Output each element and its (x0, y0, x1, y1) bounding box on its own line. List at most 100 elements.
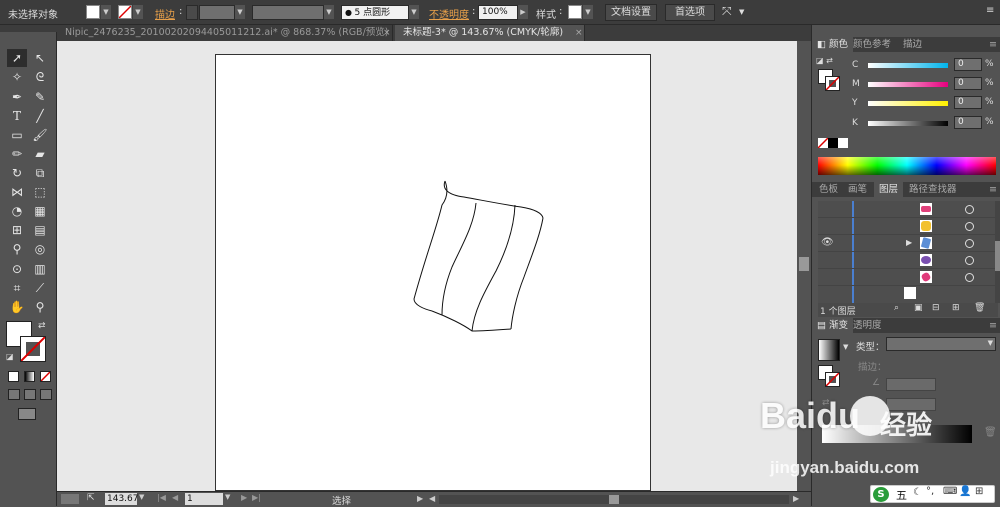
pencil-tool-icon[interactable]: ✏ (7, 145, 27, 163)
perspective-grid-tool-icon[interactable]: ▦ (30, 202, 50, 220)
cyan-value[interactable]: 0 (954, 58, 982, 71)
gradient-tool-icon[interactable]: ▤ (30, 221, 50, 239)
layer-target-icon[interactable] (965, 205, 974, 214)
stroke-weight-stepper[interactable] (186, 5, 198, 20)
arrange-icon[interactable]: ⤧ (722, 4, 732, 19)
none-swatch[interactable] (817, 137, 829, 149)
opacity-dropdown[interactable]: ▶ (518, 5, 528, 19)
variable-width-dropdown[interactable]: ▼ (324, 5, 334, 19)
close-tab-icon[interactable]: × (575, 25, 583, 41)
clipping-mask-icon[interactable]: ▣ (914, 303, 923, 313)
layer-target-icon[interactable] (965, 222, 974, 231)
tab-transparency[interactable]: 透明度 (848, 318, 887, 333)
style-swatch[interactable] (568, 5, 582, 19)
black-value[interactable]: 0 (954, 116, 982, 129)
tab-stroke[interactable]: 描边 (898, 37, 927, 52)
horizontal-scrollbar[interactable] (439, 495, 789, 504)
symbol-sprayer-tool-icon[interactable]: ⊙ (7, 260, 27, 278)
brush-dropdown[interactable]: ▼ (409, 5, 419, 19)
layer-row[interactable] (818, 201, 996, 218)
artboard[interactable] (215, 54, 651, 491)
delete-stop-icon[interactable]: 🗑 (984, 427, 997, 438)
brush-field[interactable]: ● 5 点圆形 (341, 5, 409, 20)
column-graph-tool-icon[interactable]: ▥ (30, 260, 50, 278)
draw-inside-button[interactable] (40, 389, 52, 400)
layer-row[interactable] (818, 252, 996, 269)
panel-menu-icon[interactable]: ≡ (986, 5, 994, 16)
magenta-bar[interactable] (868, 82, 948, 87)
opacity-field[interactable]: 100% (478, 5, 518, 20)
curvature-tool-icon[interactable]: ✎ (30, 88, 50, 106)
shape-builder-tool-icon[interactable]: ◔ (7, 202, 27, 220)
yellow-value[interactable]: 0 (954, 96, 982, 109)
magenta-slider[interactable]: M 0 % (852, 77, 997, 91)
new-sublayer-icon[interactable]: ⊟ (932, 303, 940, 313)
drawing-outline[interactable] (216, 55, 652, 491)
color-spectrum[interactable] (818, 157, 996, 175)
arrange-dropdown-icon[interactable]: ▼ (739, 8, 744, 16)
last-artboard-icon[interactable]: ▶| (252, 493, 261, 502)
gradient-type-select[interactable]: ▼ (886, 337, 996, 351)
stroke-weight-dropdown[interactable]: ▼ (235, 5, 245, 19)
layers-scrollbar[interactable] (995, 201, 1000, 303)
zoom-field[interactable]: 143.67 (105, 493, 139, 505)
scroll-left-icon[interactable]: ◀ (429, 494, 435, 503)
moon-icon[interactable]: ☾ (913, 487, 922, 498)
none-mode-button[interactable] (40, 371, 51, 382)
close-tab-icon[interactable]: × (383, 25, 391, 41)
magenta-value[interactable]: 0 (954, 77, 982, 90)
paintbrush-tool-icon[interactable]: 🖌 (30, 126, 50, 144)
tab-swatches[interactable]: 色板 (814, 182, 843, 197)
gradient-stroke-box[interactable] (825, 372, 840, 387)
fill-stroke-toggle-icon[interactable]: ◪ ⇄ (816, 56, 833, 65)
slice-tool-icon[interactable]: ⟋ (30, 279, 50, 297)
document-tab-untitled[interactable]: 未标题-3* @ 143.67% (CMYK/轮廓) × (395, 25, 585, 41)
layer-target-icon[interactable] (965, 256, 974, 265)
ime-mode-label[interactable]: 五 (896, 487, 907, 503)
black-swatch[interactable] (828, 138, 838, 148)
style-dropdown[interactable]: ▼ (583, 5, 593, 19)
horizontal-scroll-thumb[interactable] (609, 495, 619, 504)
swap-colors-icon[interactable]: ⇄ (38, 321, 46, 331)
scroll-right-icon[interactable]: ▶ (793, 494, 799, 503)
user-icon[interactable]: 👤 (959, 486, 971, 497)
color-mode-button[interactable] (8, 371, 19, 382)
status-menu-icon[interactable]: ▶ (417, 494, 423, 503)
cyan-bar[interactable] (868, 63, 948, 68)
document-setup-button[interactable]: 文档设置 (605, 4, 657, 21)
preferences-button[interactable]: 首选项 (665, 4, 715, 21)
zoom-dropdown-icon[interactable]: ▼ (139, 493, 144, 501)
layer-row[interactable]: 👁 ▶ (818, 235, 996, 252)
punctuation-icon[interactable]: °, (926, 486, 934, 497)
stroke-weight-field[interactable] (199, 5, 235, 20)
gradient-angle-field[interactable] (886, 378, 936, 391)
type-tool-icon[interactable]: T (7, 107, 27, 125)
stroke-swatch[interactable] (118, 5, 132, 19)
stroke-dropdown[interactable]: ▼ (133, 5, 143, 19)
gradient-preview-dropdown-icon[interactable]: ▼ (843, 343, 848, 351)
delete-layer-icon[interactable]: 🗑 (974, 303, 985, 313)
fill-swatch[interactable] (86, 5, 100, 19)
artboard-tool-icon[interactable]: ⌗ (7, 279, 27, 297)
width-tool-icon[interactable]: ⋈ (7, 183, 27, 201)
panel-menu-icon[interactable]: ≡ (984, 182, 1000, 197)
color-stroke-box[interactable] (825, 76, 840, 91)
white-swatch[interactable] (838, 138, 848, 148)
yellow-slider[interactable]: Y 0 % (852, 96, 997, 110)
line-tool-icon[interactable]: ╱ (30, 107, 50, 125)
new-layer-icon[interactable]: ⊞ (952, 303, 960, 313)
prev-artboard-icon[interactable]: ◀ (172, 493, 178, 502)
tab-gradient[interactable]: ▤ 渐变 (812, 318, 854, 333)
tab-pathfinder[interactable]: 路径查找器 (904, 182, 962, 197)
visibility-eye-icon[interactable]: 👁 (821, 237, 834, 248)
black-bar[interactable] (868, 121, 948, 126)
mesh-tool-icon[interactable]: ⊞ (7, 221, 27, 239)
artboard-dropdown-icon[interactable]: ▼ (225, 493, 230, 501)
export-icon[interactable]: ⇱ (87, 493, 95, 503)
gradient-mode-button[interactable] (24, 371, 35, 382)
eyedropper-tool-icon[interactable]: ⚲ (7, 240, 27, 258)
free-transform-tool-icon[interactable]: ⬚ (30, 183, 50, 201)
draw-normal-button[interactable] (8, 389, 20, 400)
gradient-preview[interactable] (818, 339, 840, 361)
rotate-tool-icon[interactable]: ↻ (7, 164, 27, 182)
